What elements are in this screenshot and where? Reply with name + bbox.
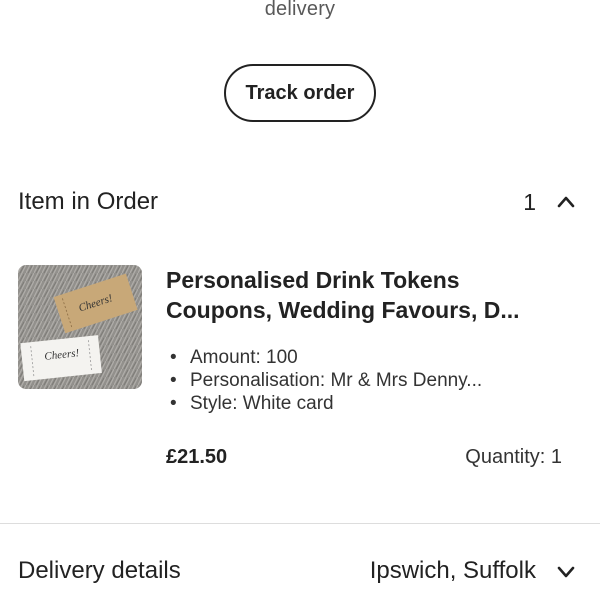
- chevron-down-icon[interactable]: [556, 561, 576, 581]
- delivery-details-label: Delivery details: [18, 557, 181, 584]
- item-attributes: • Amount: 100 • Personalisation: Mr & Mrs …: [170, 346, 482, 415]
- delivery-status-text: delivery: [264, 0, 336, 20]
- section-divider: [0, 523, 600, 524]
- delivery-location: Ipswich, Suffolk: [369, 557, 536, 584]
- chevron-up-icon[interactable]: [556, 192, 576, 212]
- product-image[interactable]: Cheers! Cheers!: [18, 265, 142, 389]
- attribute-style: • Style: White card: [170, 393, 334, 414]
- item-price: £21.50: [166, 446, 228, 468]
- items-section-controls: 1: [523, 189, 576, 216]
- delivery-details-controls: Ipswich, Suffolk: [370, 557, 576, 585]
- items-section-title: Item in Order: [18, 188, 159, 215]
- items-section-header[interactable]: Item in Order 1: [18, 182, 576, 222]
- attribute-amount: • Amount: 100: [170, 347, 298, 368]
- item-title-line-1: Personalised Drink Tokens: [166, 267, 460, 293]
- item-count: 1: [523, 188, 536, 215]
- item-title[interactable]: Personalised Drink Tokens Coupons, Weddi…: [166, 265, 566, 325]
- item-quantity: Quantity: 1: [465, 446, 562, 468]
- delivery-details-header[interactable]: Delivery details Ipswich, Suffolk: [18, 551, 576, 591]
- track-order-button[interactable]: Track order: [224, 64, 376, 122]
- item-title-line-2: Coupons, Wedding Favours, D...: [166, 297, 520, 323]
- attribute-personalisation: • Personalisation: Mr & Mrs Denny...: [170, 370, 483, 391]
